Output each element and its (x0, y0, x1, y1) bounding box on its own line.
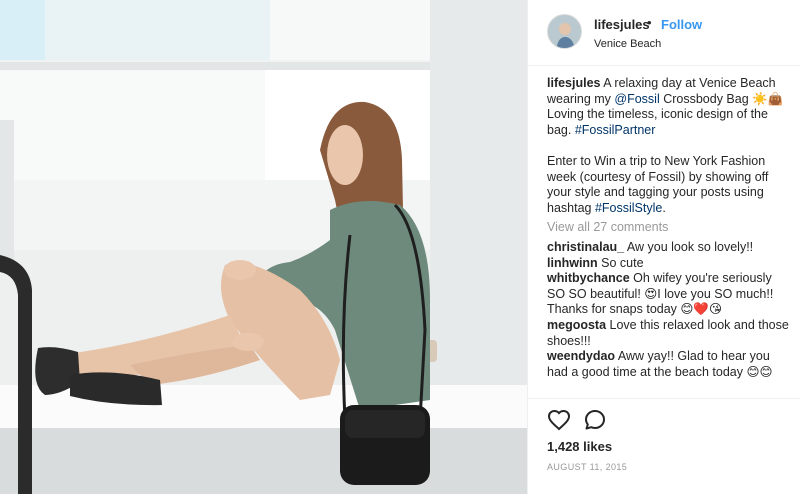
post-sidebar: lifesjules • Follow Venice Beach lifesju… (527, 0, 800, 494)
post-date[interactable]: AUGUST 11, 2015 (547, 462, 627, 472)
view-all-comments-link[interactable]: View all 27 comments (547, 220, 792, 236)
heart-icon[interactable] (547, 408, 571, 432)
comment-item: weendydao Aww yay!! Glad to hear you had… (547, 349, 792, 380)
comment-item: linhwinn So cute (547, 256, 792, 272)
post-actions: 1,428 likes AUGUST 11, 2015 (528, 398, 800, 494)
post-photo[interactable] (0, 0, 527, 494)
caption-text-4: . (662, 200, 666, 215)
post-username[interactable]: lifesjules (594, 17, 650, 32)
comment-username[interactable]: whitbychance (547, 271, 630, 285)
likes-count[interactable]: 1,428 likes (547, 439, 612, 454)
post-header: lifesjules • Follow Venice Beach (528, 0, 800, 66)
caption-username[interactable]: lifesjules (547, 76, 601, 90)
comment-username[interactable]: christinalau_ (547, 240, 624, 254)
comment-username[interactable]: linhwinn (547, 256, 598, 270)
comment-bubble-icon[interactable] (583, 408, 607, 432)
comment-item: whitbychance Oh wifey you're seriously S… (547, 271, 792, 318)
caption-paragraph-2: Enter to Win a trip to New York Fashion … (547, 154, 792, 216)
mention-link[interactable]: @Fossil (614, 92, 659, 106)
comments-list[interactable]: lifesjules A relaxing day at Venice Beac… (547, 76, 792, 398)
post-location[interactable]: Venice Beach (594, 38, 661, 50)
follow-button[interactable]: Follow (661, 17, 702, 32)
separator-dot: • (647, 15, 652, 30)
comment-item: megoosta Love this relaxed look and thos… (547, 318, 792, 349)
avatar[interactable] (547, 14, 582, 49)
comment-username[interactable]: weendydao (547, 349, 615, 363)
hashtag-link-fossilpartner[interactable]: #FossilPartner (575, 123, 656, 137)
caption: lifesjules A relaxing day at Venice Beac… (547, 76, 792, 138)
comment-username[interactable]: megoosta (547, 318, 606, 332)
comment-text: So cute (601, 255, 644, 270)
hashtag-link-fossilstyle[interactable]: #FossilStyle (595, 201, 662, 215)
comment-item: christinalau_ Aw you look so lovely!! (547, 240, 792, 256)
comment-text: Aw you look so lovely!! (626, 239, 754, 254)
